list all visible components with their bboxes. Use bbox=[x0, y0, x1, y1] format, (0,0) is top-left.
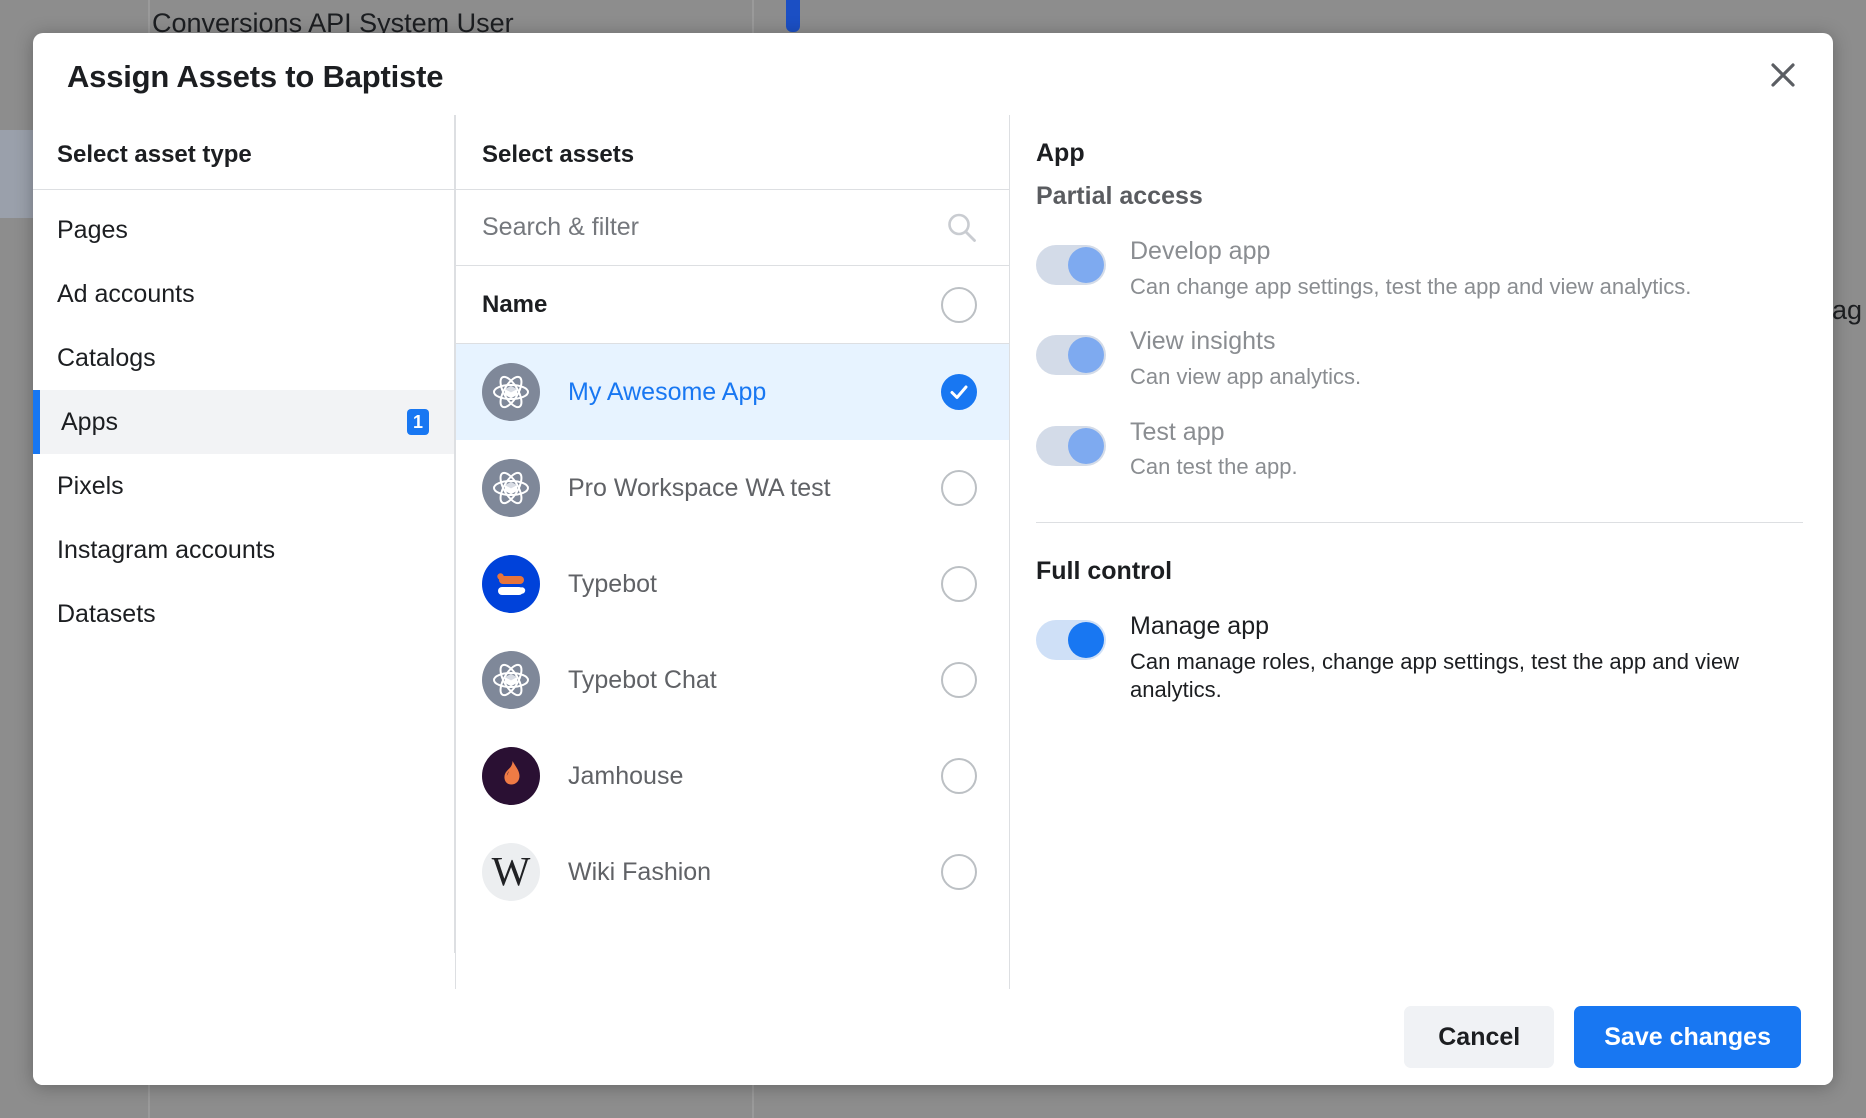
sidebar-item-label: Pixels bbox=[57, 472, 124, 501]
atom-icon bbox=[482, 459, 540, 517]
atom-icon bbox=[482, 651, 540, 709]
asset-select-radio[interactable] bbox=[941, 374, 977, 410]
list-item-label: My Awesome App bbox=[568, 378, 766, 407]
sidebar-item-pixels[interactable]: Pixels bbox=[33, 454, 455, 518]
sidebar-item-label: Apps bbox=[57, 408, 118, 437]
search-input[interactable] bbox=[456, 190, 896, 265]
permission-description: Can test the app. bbox=[1130, 453, 1298, 482]
asset-select-radio[interactable] bbox=[941, 662, 977, 698]
close-icon bbox=[1768, 60, 1798, 90]
list-item[interactable]: Jamhouse bbox=[456, 728, 1009, 824]
sidebar-item-label: Datasets bbox=[57, 600, 156, 629]
assets-list: My Awesome App bbox=[456, 344, 1009, 920]
toggle-knob bbox=[1068, 247, 1104, 283]
sidebar-item-instagram-accounts[interactable]: Instagram accounts bbox=[33, 518, 455, 582]
asset-select-radio[interactable] bbox=[941, 758, 977, 794]
test-app-toggle[interactable] bbox=[1036, 426, 1106, 466]
list-item[interactable]: Typebot Chat bbox=[456, 632, 1009, 728]
full-control-title: Full control bbox=[1036, 557, 1803, 586]
assets-panel: Select assets Name bbox=[455, 115, 1009, 989]
divider bbox=[1036, 522, 1803, 523]
asset-select-radio[interactable] bbox=[941, 470, 977, 506]
page-title: Assign Assets to Baptiste bbox=[67, 59, 443, 95]
sidebar-item-label: Instagram accounts bbox=[57, 536, 275, 565]
save-changes-button[interactable]: Save changes bbox=[1574, 1006, 1801, 1068]
asset-select-radio[interactable] bbox=[941, 854, 977, 890]
assets-column-header: Name bbox=[456, 266, 1009, 344]
asset-select-radio[interactable] bbox=[941, 566, 977, 602]
letter-w-icon: W bbox=[482, 843, 540, 901]
status-badge: 1 bbox=[407, 409, 429, 435]
sidebar-item-label: Catalogs bbox=[57, 344, 156, 373]
asset-type-header: Select asset type bbox=[33, 115, 455, 189]
sidebar-item-datasets[interactable]: Datasets bbox=[33, 582, 455, 646]
list-item[interactable]: My Awesome App bbox=[456, 344, 1009, 440]
permission-label: Test app bbox=[1130, 418, 1298, 447]
list-item[interactable]: Typebot bbox=[456, 536, 1009, 632]
sidebar-item-label: Pages bbox=[57, 216, 128, 245]
typebot-icon bbox=[482, 555, 540, 613]
view-insights-toggle[interactable] bbox=[1036, 335, 1106, 375]
asset-type-panel: Select asset type Pages Ad accounts Cata… bbox=[33, 115, 455, 989]
search-icon[interactable] bbox=[945, 211, 979, 245]
permissions-title: App bbox=[1036, 139, 1803, 168]
partial-access-title: Partial access bbox=[1036, 182, 1803, 211]
letter-w-glyph: W bbox=[492, 851, 531, 892]
permission-view-insights: View insights Can view app analytics. bbox=[1036, 327, 1803, 391]
permission-label: View insights bbox=[1130, 327, 1361, 356]
list-item-label: Typebot bbox=[568, 570, 657, 599]
close-button[interactable] bbox=[1761, 53, 1805, 97]
background-blue-tab bbox=[786, 0, 800, 32]
permission-description: Can change app settings, test the app an… bbox=[1130, 273, 1691, 302]
sidebar-item-apps[interactable]: Apps 1 bbox=[33, 390, 455, 454]
toggle-knob bbox=[1068, 428, 1104, 464]
permissions-panel: App Partial access Develop app Can chang… bbox=[1009, 115, 1833, 989]
develop-app-toggle[interactable] bbox=[1036, 245, 1106, 285]
sidebar-item-label: Ad accounts bbox=[57, 280, 195, 309]
column-header-name: Name bbox=[482, 291, 547, 319]
permission-label: Develop app bbox=[1130, 237, 1691, 266]
list-item[interactable]: Pro Workspace WA test bbox=[456, 440, 1009, 536]
list-item-label: Wiki Fashion bbox=[568, 858, 711, 887]
background-side-text: ag bbox=[1832, 295, 1862, 326]
sidebar-item-catalogs[interactable]: Catalogs bbox=[33, 326, 455, 390]
assign-assets-dialog: Assign Assets to Baptiste Select asset t… bbox=[33, 33, 1833, 1085]
toggle-knob bbox=[1068, 337, 1104, 373]
list-item-label: Typebot Chat bbox=[568, 666, 717, 695]
dialog-footer: Cancel Save changes bbox=[33, 989, 1833, 1085]
dialog-header: Assign Assets to Baptiste bbox=[33, 33, 1833, 115]
permission-manage-app: Manage app Can manage roles, change app … bbox=[1036, 612, 1803, 705]
permission-develop-app: Develop app Can change app settings, tes… bbox=[1036, 237, 1803, 301]
assets-header: Select assets bbox=[456, 115, 1009, 189]
cancel-button[interactable]: Cancel bbox=[1404, 1006, 1554, 1068]
dialog-body: Select asset type Pages Ad accounts Cata… bbox=[33, 115, 1833, 989]
search-row bbox=[456, 190, 1009, 266]
sidebar-item-ad-accounts[interactable]: Ad accounts bbox=[33, 262, 455, 326]
permission-description: Can view app analytics. bbox=[1130, 363, 1361, 392]
list-item-label: Jamhouse bbox=[568, 762, 683, 791]
permission-description: Can manage roles, change app settings, t… bbox=[1130, 648, 1803, 705]
select-all-radio[interactable] bbox=[941, 287, 977, 323]
toggle-knob bbox=[1068, 622, 1104, 658]
sidebar-item-pages[interactable]: Pages bbox=[33, 198, 455, 262]
atom-icon bbox=[482, 363, 540, 421]
permission-test-app: Test app Can test the app. bbox=[1036, 418, 1803, 482]
list-item[interactable]: W Wiki Fashion bbox=[456, 824, 1009, 920]
flame-icon bbox=[482, 747, 540, 805]
permission-label: Manage app bbox=[1130, 612, 1803, 641]
manage-app-toggle[interactable] bbox=[1036, 620, 1106, 660]
asset-type-list: Pages Ad accounts Catalogs Apps 1 Pixels… bbox=[33, 190, 455, 646]
list-item-label: Pro Workspace WA test bbox=[568, 474, 831, 503]
